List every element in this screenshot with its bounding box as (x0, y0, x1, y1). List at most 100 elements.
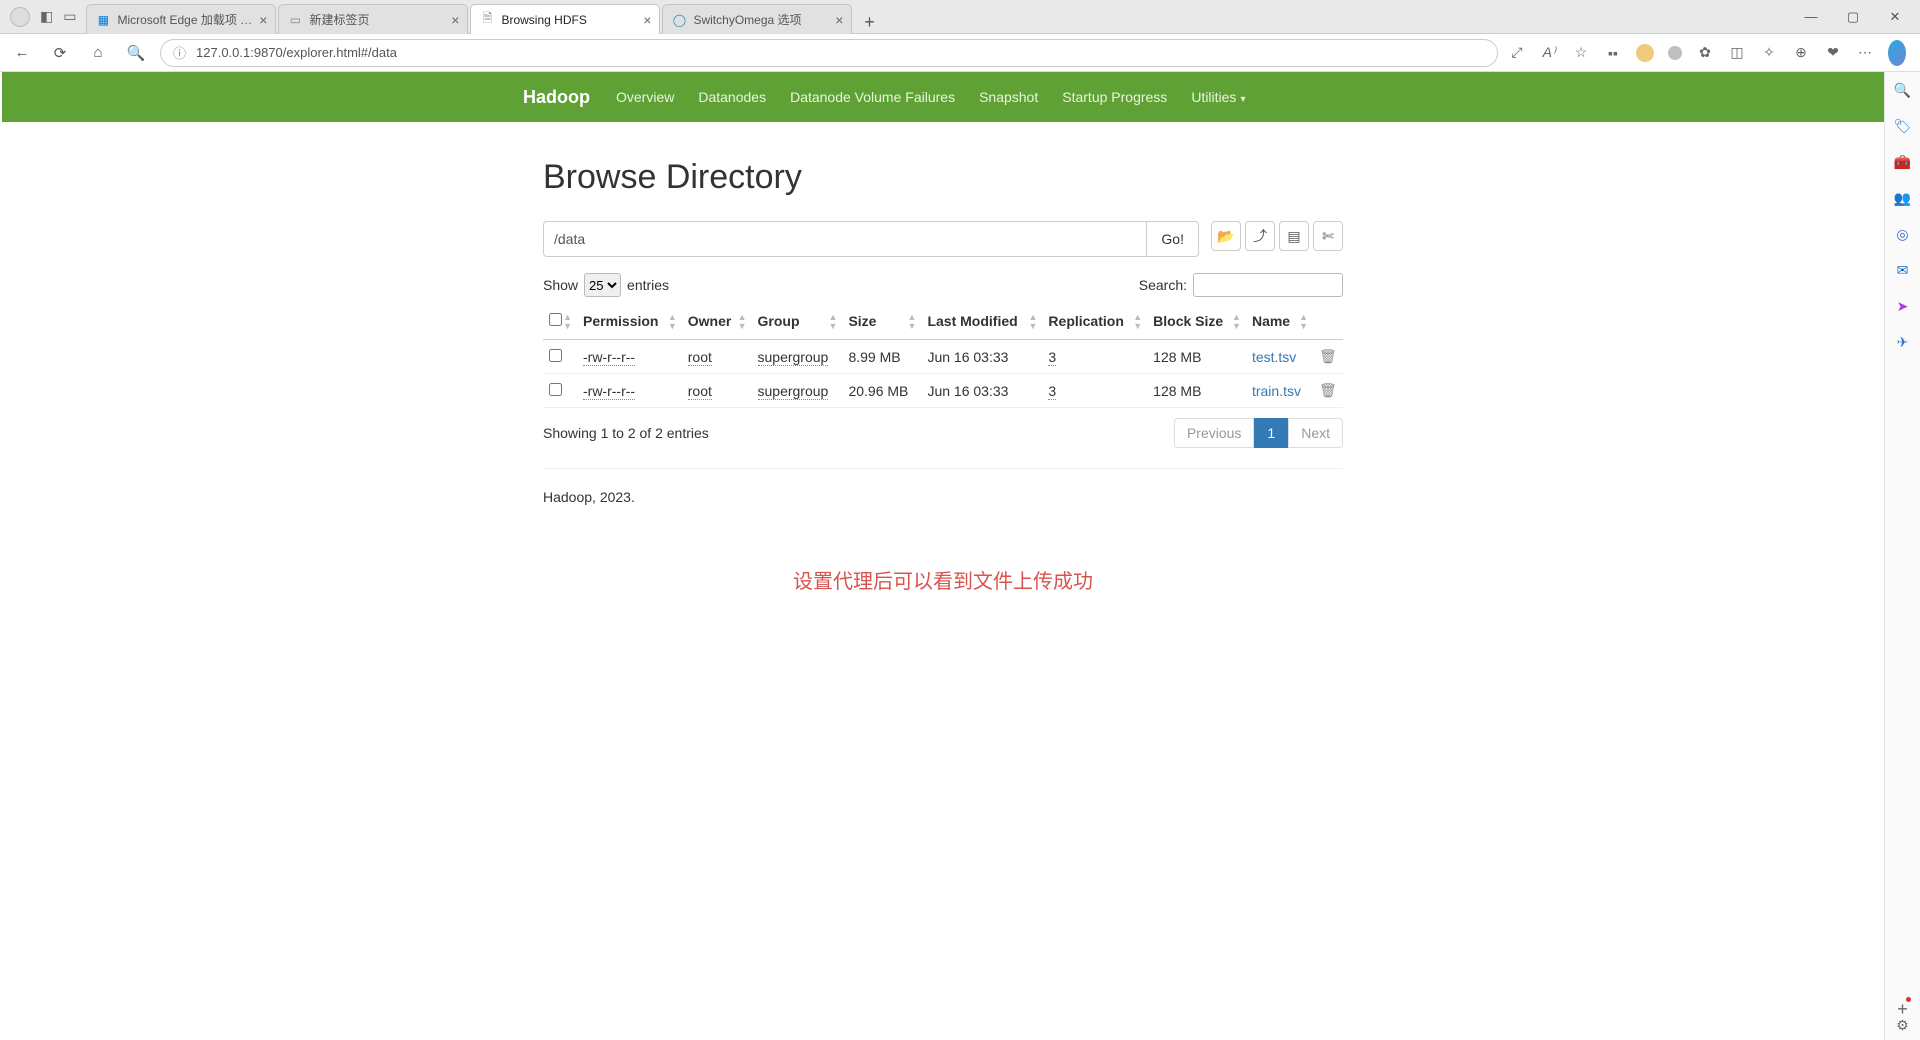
close-tab-icon[interactable]: × (451, 12, 459, 28)
filename-link[interactable]: train.tsv (1252, 383, 1301, 399)
replication-cell[interactable]: 3 (1048, 349, 1056, 366)
extension-icon[interactable]: ▪▪ (1604, 45, 1622, 61)
tab-title: 新建标签页 (309, 11, 445, 28)
col-permission[interactable]: Permission (583, 313, 658, 329)
close-tab-icon[interactable]: × (643, 12, 651, 28)
pagination: Previous 1 Next (1174, 418, 1343, 448)
copilot-icon[interactable] (1888, 40, 1906, 66)
browser-tab-active[interactable]: 🗎 Browsing HDFS × (470, 4, 660, 34)
read-aloud-icon[interactable]: A⁾ (1540, 44, 1558, 61)
nav-utilities-dropdown[interactable]: Utilities▾ (1191, 89, 1245, 105)
pager-prev[interactable]: Previous (1174, 418, 1254, 448)
favorite-icon[interactable]: ☆ (1572, 44, 1590, 61)
group-cell[interactable]: supergroup (758, 383, 829, 400)
col-owner[interactable]: Owner (688, 313, 732, 329)
filename-link[interactable]: test.tsv (1252, 349, 1296, 365)
new-dir-button[interactable]: ▤ (1279, 221, 1309, 251)
site-info-icon[interactable]: ⓘ (173, 43, 186, 62)
office-sidebar-icon[interactable]: ◎ (1893, 224, 1913, 244)
split-screen-icon[interactable]: ◫ (1728, 44, 1746, 61)
zoom-icon[interactable]: ⤢ (1508, 44, 1526, 61)
chevron-down-icon: ▾ (1240, 94, 1245, 105)
refresh-button[interactable]: ⟳ (46, 39, 74, 67)
performance-icon[interactable]: ❤ (1824, 44, 1842, 61)
browser-tab[interactable]: ▦ Microsoft Edge 加载项 - Switchy × (86, 4, 276, 34)
tab-actions-icon[interactable]: ▭ (63, 8, 76, 25)
delete-icon[interactable]: 🗑 (1319, 382, 1337, 398)
people-sidebar-icon[interactable]: 👥 (1893, 188, 1913, 208)
more-menu-icon[interactable]: ⋯ (1856, 44, 1874, 61)
delete-icon[interactable]: 🗑 (1319, 348, 1337, 364)
close-tab-icon[interactable]: × (835, 12, 843, 28)
permission-cell[interactable]: -rw-r--r-- (583, 349, 635, 366)
col-group[interactable]: Group (758, 313, 800, 329)
workspace-icon[interactable]: ◧ (40, 8, 53, 25)
go-button[interactable]: Go! (1147, 221, 1199, 257)
col-modified[interactable]: Last Modified (927, 313, 1017, 329)
owner-cell[interactable]: root (688, 349, 712, 366)
extension-dot-icon[interactable] (1668, 46, 1682, 60)
nav-overview[interactable]: Overview (616, 89, 674, 105)
profile-avatar-icon[interactable] (10, 7, 30, 27)
group-cell[interactable]: supergroup (758, 349, 829, 366)
brand[interactable]: Hadoop (523, 87, 590, 108)
pager-next[interactable]: Next (1288, 418, 1343, 448)
sort-icon[interactable]: ▲▼ (908, 313, 916, 331)
favorites-bar-icon[interactable]: ✧ (1760, 44, 1778, 61)
url-box[interactable]: ⓘ 127.0.0.1:9870/explorer.html#/data (160, 39, 1498, 67)
col-name[interactable]: Name (1252, 313, 1290, 329)
row-checkbox[interactable] (549, 383, 562, 396)
drop-sidebar-icon[interactable]: ➤ (1893, 296, 1913, 316)
path-input[interactable] (543, 221, 1147, 257)
maximize-button[interactable]: ▢ (1844, 9, 1862, 25)
replication-cell[interactable]: 3 (1048, 383, 1056, 400)
annotation-text: 设置代理后可以看到文件上传成功 (543, 565, 1343, 594)
close-window-button[interactable]: ✕ (1886, 9, 1904, 25)
sort-icon[interactable]: ▲▼ (1299, 313, 1307, 331)
cut-button[interactable]: ✄ (1313, 221, 1343, 251)
parent-dir-button[interactable]: ⤴ (1245, 221, 1275, 251)
browser-tab[interactable]: ▭ 新建标签页 × (278, 4, 468, 34)
sort-icon[interactable]: ▲▼ (829, 313, 837, 331)
home-button[interactable]: ⌂ (84, 39, 112, 67)
sort-icon[interactable]: ▲▼ (738, 313, 746, 331)
search-button[interactable]: 🔍 (122, 39, 150, 67)
send-sidebar-icon[interactable]: ✈ (1893, 332, 1913, 352)
open-folder-button[interactable]: 📂 (1211, 221, 1241, 251)
col-size[interactable]: Size (848, 313, 876, 329)
sort-icon[interactable]: ▲▼ (1232, 313, 1240, 331)
owner-cell[interactable]: root (688, 383, 712, 400)
select-all-checkbox[interactable] (549, 313, 562, 326)
nav-startup-progress[interactable]: Startup Progress (1062, 89, 1167, 105)
permission-cell[interactable]: -rw-r--r-- (583, 383, 635, 400)
show-label: Show (543, 277, 578, 293)
tools-sidebar-icon[interactable]: 🧰 (1893, 152, 1913, 172)
sort-icon[interactable]: ▲▼ (668, 313, 676, 331)
extension-avatar-icon[interactable] (1636, 44, 1654, 62)
sidebar-settings-icon[interactable]: ⚙ (1896, 1017, 1909, 1034)
nav-volume-failures[interactable]: Datanode Volume Failures (790, 89, 955, 105)
nav-datanodes[interactable]: Datanodes (698, 89, 766, 105)
minimize-button[interactable]: — (1802, 9, 1820, 25)
extensions-menu-icon[interactable]: ✿ (1696, 44, 1714, 61)
sort-icon[interactable]: ▲▼ (1133, 313, 1141, 331)
nav-snapshot[interactable]: Snapshot (979, 89, 1038, 105)
row-checkbox[interactable] (549, 349, 562, 362)
outlook-sidebar-icon[interactable]: ✉ (1893, 260, 1913, 280)
sort-icon[interactable]: ▲▼ (1029, 313, 1037, 331)
close-tab-icon[interactable]: × (259, 12, 267, 28)
back-button[interactable]: ← (8, 39, 36, 67)
new-tab-button[interactable]: + (854, 12, 884, 33)
collections-icon[interactable]: ⊕ (1792, 44, 1810, 61)
entries-select[interactable]: 25 (584, 273, 621, 297)
col-block[interactable]: Block Size (1153, 313, 1223, 329)
file-table: ▲▼ Permission ▲▼ Owner ▲▼ Group ▲▼ Size ▲▼ L… (543, 305, 1343, 408)
search-sidebar-icon[interactable]: 🔍 (1893, 80, 1913, 100)
sort-icon[interactable]: ▲▼ (563, 313, 571, 331)
browser-tab[interactable]: ◯ SwitchyOmega 选项 × (662, 4, 852, 34)
shopping-sidebar-icon[interactable]: 🏷 (1893, 116, 1913, 136)
pager-page-1[interactable]: 1 (1254, 418, 1288, 448)
list-icon: ▤ (1287, 228, 1300, 245)
col-replication[interactable]: Replication (1048, 313, 1123, 329)
search-input[interactable] (1193, 273, 1343, 297)
